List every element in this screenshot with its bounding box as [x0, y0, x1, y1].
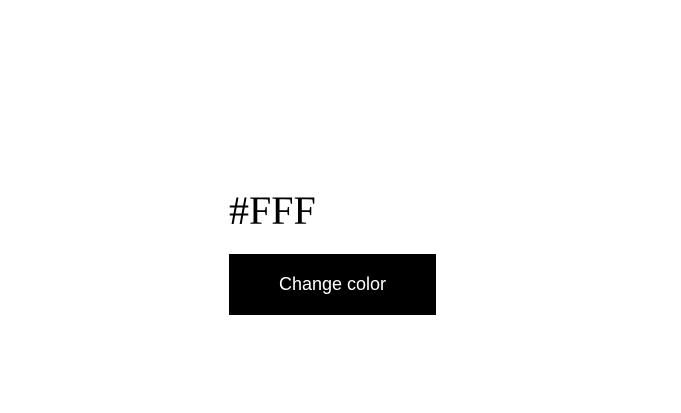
change-color-button[interactable]: Change color [229, 254, 436, 315]
page-root: #FFF Change color [0, 0, 681, 413]
current-color-text: #FFF [229, 188, 316, 233]
